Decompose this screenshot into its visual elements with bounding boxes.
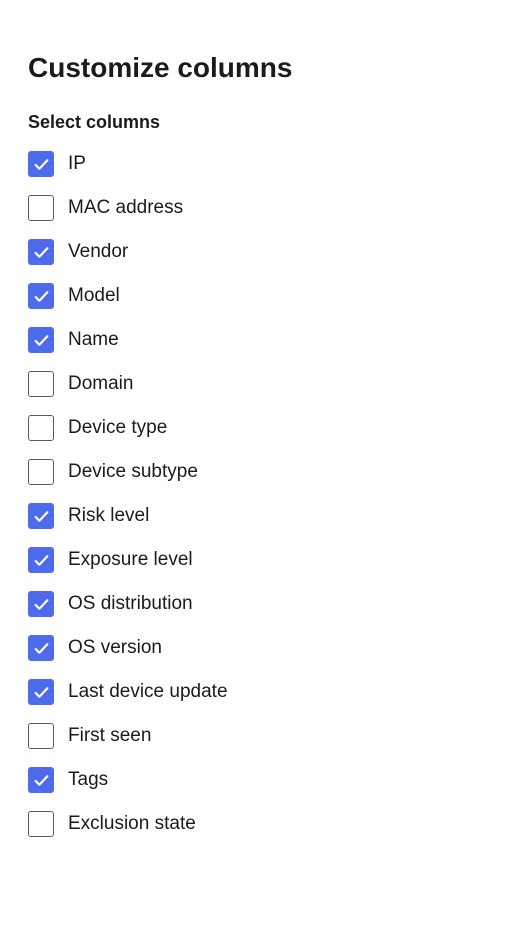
column-checkbox[interactable] — [28, 195, 54, 221]
column-option-row[interactable]: Tags — [28, 767, 490, 793]
column-option-label: Tags — [68, 769, 108, 791]
column-option-label: Domain — [68, 373, 133, 395]
column-checkbox[interactable] — [28, 679, 54, 705]
column-checkbox[interactable] — [28, 503, 54, 529]
column-option-label: Vendor — [68, 241, 128, 263]
column-option-label: Exclusion state — [68, 813, 196, 835]
column-checkbox[interactable] — [28, 371, 54, 397]
column-checkbox[interactable] — [28, 591, 54, 617]
column-option-row[interactable]: First seen — [28, 723, 490, 749]
column-option-label: Model — [68, 285, 120, 307]
column-option-row[interactable]: Exposure level — [28, 547, 490, 573]
column-option-row[interactable]: IP — [28, 151, 490, 177]
column-checkbox[interactable] — [28, 239, 54, 265]
column-option-label: Device type — [68, 417, 167, 439]
section-subtitle: Select columns — [28, 112, 490, 133]
column-option-label: Exposure level — [68, 549, 193, 571]
column-option-row[interactable]: Vendor — [28, 239, 490, 265]
column-checkbox[interactable] — [28, 811, 54, 837]
column-option-list: IP MAC address Vendor Model Name Domain Device… — [28, 151, 490, 837]
column-checkbox[interactable] — [28, 327, 54, 353]
column-checkbox[interactable] — [28, 635, 54, 661]
column-checkbox[interactable] — [28, 723, 54, 749]
column-option-label: OS distribution — [68, 593, 193, 615]
column-option-label: OS version — [68, 637, 162, 659]
column-option-row[interactable]: MAC address — [28, 195, 490, 221]
column-checkbox[interactable] — [28, 283, 54, 309]
column-option-row[interactable]: Model — [28, 283, 490, 309]
column-option-label: First seen — [68, 725, 151, 747]
page-title: Customize columns — [28, 52, 490, 84]
column-option-row[interactable]: Device type — [28, 415, 490, 441]
column-option-row[interactable]: Exclusion state — [28, 811, 490, 837]
column-option-label: IP — [68, 153, 86, 175]
column-option-row[interactable]: Name — [28, 327, 490, 353]
column-checkbox[interactable] — [28, 415, 54, 441]
column-option-label: MAC address — [68, 197, 183, 219]
column-option-row[interactable]: Last device update — [28, 679, 490, 705]
column-checkbox[interactable] — [28, 547, 54, 573]
column-option-row[interactable]: Device subtype — [28, 459, 490, 485]
column-option-row[interactable]: Risk level — [28, 503, 490, 529]
column-option-label: Name — [68, 329, 119, 351]
column-option-row[interactable]: Domain — [28, 371, 490, 397]
column-checkbox[interactable] — [28, 151, 54, 177]
column-option-label: Last device update — [68, 681, 228, 703]
column-option-row[interactable]: OS version — [28, 635, 490, 661]
column-option-label: Risk level — [68, 505, 149, 527]
column-option-row[interactable]: OS distribution — [28, 591, 490, 617]
column-checkbox[interactable] — [28, 767, 54, 793]
column-checkbox[interactable] — [28, 459, 54, 485]
column-option-label: Device subtype — [68, 461, 198, 483]
